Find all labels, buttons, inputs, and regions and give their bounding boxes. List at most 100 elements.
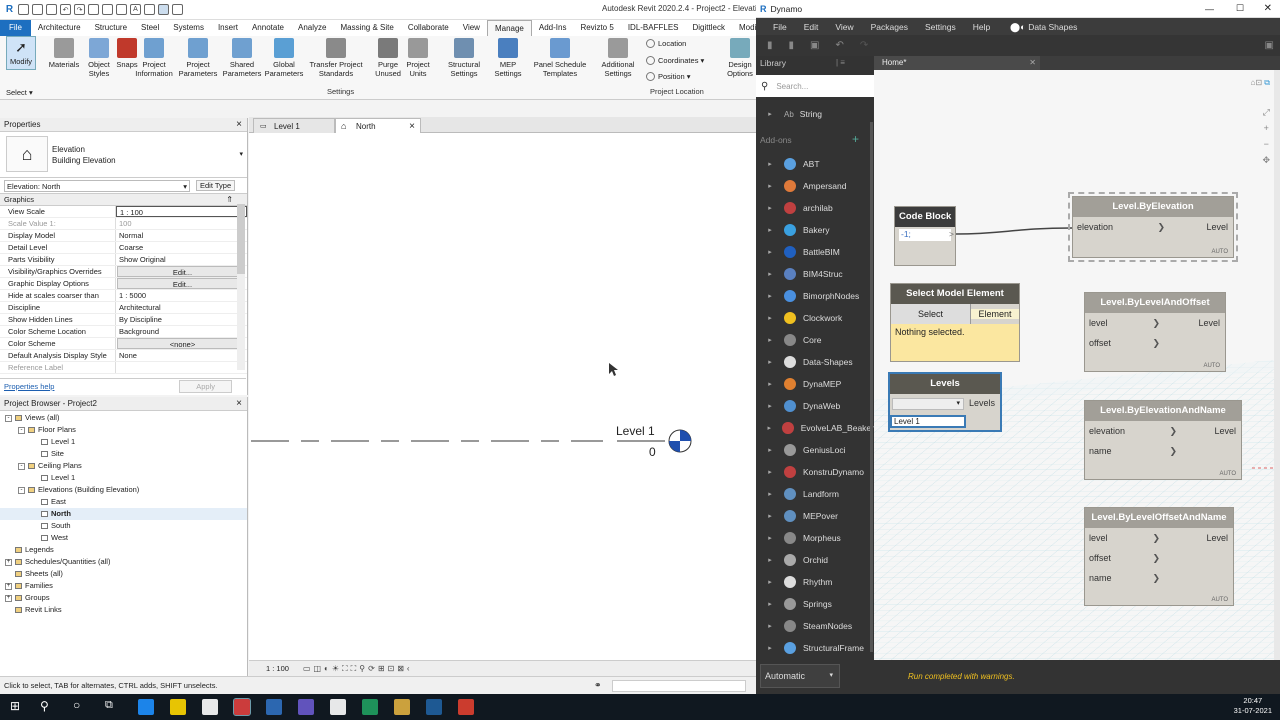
browser-item[interactable]: Revit Links — [0, 604, 247, 616]
property-value[interactable]: Normal — [116, 230, 247, 241]
tab-massing-site[interactable]: Massing & Site — [333, 20, 400, 36]
expand-toggle-icon[interactable]: - — [5, 414, 12, 422]
view-scale[interactable]: 1 : 100 — [266, 664, 289, 673]
node-select-model-element[interactable]: Select Model Element Select Element Noth… — [890, 283, 1020, 362]
tab-manage[interactable]: Manage — [486, 20, 532, 36]
add-icon[interactable]: + — [852, 132, 859, 146]
tab-north[interactable]: ⌂ North × — [335, 118, 421, 133]
close-icon[interactable]: × — [409, 119, 415, 134]
view-3d-icon[interactable] — [144, 4, 155, 15]
browser-item[interactable]: West — [0, 532, 247, 544]
output-port-level[interactable]: Level — [1206, 222, 1228, 232]
sync-icon[interactable] — [46, 4, 57, 15]
property-row[interactable]: View Scale 1 : 100 — [0, 206, 247, 218]
property-value[interactable]: 1 : 5000 — [116, 290, 247, 301]
canvas-scrollbar[interactable] — [1274, 70, 1280, 660]
library-addon-bim4struc[interactable]: ▸ BIM4Struc — [756, 263, 874, 285]
drawing-area[interactable]: Level 1 0 — [249, 133, 756, 660]
new-file-icon[interactable]: ▮ — [767, 40, 773, 51]
property-value[interactable]: By Discipline — [116, 314, 247, 325]
library-addon-rhythm[interactable]: ▸ Rhythm — [756, 571, 874, 593]
tab-idl-baffles[interactable]: IDL-BAFFLES — [621, 20, 686, 36]
print-icon[interactable] — [88, 4, 99, 15]
library-addon-abt[interactable]: ▸ ABT — [756, 153, 874, 175]
library-search[interactable]: ⚲ Search... — [756, 75, 874, 97]
taskbar-app-icon[interactable] — [266, 699, 282, 715]
browser-item[interactable]: - Ceiling Plans — [0, 460, 247, 472]
output-port-level[interactable]: Level — [1198, 318, 1220, 328]
property-value[interactable]: 100 — [116, 218, 247, 229]
tab-level-1[interactable]: ▭ Level 1 — [253, 118, 335, 133]
library-addon-morpheus[interactable]: ▸ Morpheus — [756, 527, 874, 549]
browser-item[interactable]: East — [0, 496, 247, 508]
library-addon-evolvelab-beaker[interactable]: ▸ EvolveLAB_Beaker — [756, 417, 874, 439]
apply-button[interactable]: Apply — [179, 380, 232, 393]
close-icon[interactable]: ✕ — [1029, 56, 1036, 70]
project-information-button[interactable]: Project Information — [134, 38, 174, 78]
browser-item[interactable]: - Views (all) — [0, 412, 247, 424]
library-addon-dynaweb[interactable]: ▸ DynaWeb — [756, 395, 874, 417]
open-file-icon[interactable]: ▮ — [789, 40, 795, 51]
browser-item[interactable]: + Schedules/Quantities (all) — [0, 556, 247, 568]
library-options-icon[interactable]: | ≡ — [836, 58, 845, 67]
output-port-level[interactable]: Level — [1214, 426, 1236, 436]
coordinates-button[interactable]: Coordinates ▾ — [646, 56, 704, 65]
browser-item[interactable]: - Floor Plans — [0, 424, 247, 436]
library-addon-structuralframe[interactable]: ▸ StructuralFrame — [756, 637, 874, 659]
save-icon[interactable]: ▣ — [810, 40, 819, 51]
library-addon-ampersand[interactable]: ▸ Ampersand — [756, 175, 874, 197]
menu-packages[interactable]: Packages — [871, 22, 908, 32]
input-port-elevation[interactable]: elevation ❯ — [1073, 217, 1168, 237]
cortana-icon[interactable]: ○ — [73, 698, 80, 712]
property-value[interactable] — [116, 362, 247, 373]
revit-logo-icon[interactable]: R — [4, 4, 15, 15]
menu-view[interactable]: View — [835, 22, 853, 32]
library-addon-mepover[interactable]: ▸ MEPover — [756, 505, 874, 527]
library-addon-orchid[interactable]: ▸ Orchid — [756, 549, 874, 571]
expand-toggle-icon[interactable]: - — [18, 462, 25, 470]
property-row[interactable]: Discipline Architectural — [0, 302, 247, 314]
input-port-elevation[interactable]: elevation ❯ — [1085, 421, 1180, 441]
input-port-level[interactable]: level ❯ — [1085, 313, 1163, 333]
property-value[interactable]: Show Original — [116, 254, 247, 265]
property-row[interactable]: Graphic Display Options Edit... — [0, 278, 247, 290]
tab-view[interactable]: View — [456, 20, 487, 36]
taskbar-app-icon[interactable] — [394, 699, 410, 715]
browser-item[interactable]: Level 1 — [0, 472, 247, 484]
browser-item[interactable]: Site — [0, 448, 247, 460]
property-row[interactable]: Color Scheme <none> — [0, 338, 247, 350]
node-level-by-level-and-offset[interactable]: Level.ByLevelAndOffset level ❯ offset ❯ Le… — [1084, 292, 1226, 372]
property-value[interactable]: Architectural — [116, 302, 247, 313]
shared-parameters-button[interactable]: Shared Parameters — [222, 38, 262, 78]
menu-data-shapes[interactable]: Data Shapes — [1028, 22, 1077, 32]
graph-canvas[interactable]: ⌂⊡ ⧉ ⤢ + − ✥ Code Block -1; > Level.ByElevat… — [874, 70, 1274, 660]
select-dropdown[interactable]: Select ▾ — [6, 88, 33, 97]
code-editor[interactable]: -1; > — [899, 229, 954, 241]
graphics-section-header[interactable]: Graphics ⇑ — [0, 194, 247, 206]
library-addon-battlebim[interactable]: ▸ BattleBIM — [756, 241, 874, 263]
output-port-level[interactable]: Level — [1206, 533, 1228, 543]
property-value[interactable]: Background — [116, 326, 247, 337]
materials-button[interactable]: Materials — [44, 38, 84, 69]
library-addon-konstrudynamo[interactable]: ▸ KonstruDynamo — [756, 461, 874, 483]
browser-item[interactable]: - Elevations (Building Elevation) — [0, 484, 247, 496]
position-button[interactable]: Position ▾ — [646, 72, 691, 81]
tab-file[interactable]: File — [0, 20, 31, 36]
search-icon[interactable]: ⚲ — [40, 699, 49, 713]
library-addon-steamnodes[interactable]: ▸ SteamNodes — [756, 615, 874, 637]
property-row[interactable]: Display Model Normal — [0, 230, 247, 242]
browser-item[interactable]: + Families — [0, 580, 247, 592]
browser-item[interactable]: Legends — [0, 544, 247, 556]
browser-item[interactable]: Sheets (all) — [0, 568, 247, 580]
expand-toggle-icon[interactable]: + — [5, 582, 12, 590]
property-row[interactable]: Visibility/Graphics Overrides Edit... — [0, 266, 247, 278]
library-addon-bakery[interactable]: ▸ Bakery — [756, 219, 874, 241]
browser-item[interactable]: North — [0, 508, 247, 520]
tab-insert[interactable]: Insert — [211, 20, 245, 36]
open-icon[interactable] — [18, 4, 29, 15]
windows-start-icon[interactable]: ⊞ — [10, 699, 20, 713]
redo-icon[interactable]: ↷ — [860, 40, 868, 51]
node-code-block[interactable]: Code Block -1; > — [894, 206, 956, 266]
close-icon[interactable]: × — [236, 397, 242, 411]
property-value[interactable]: Edit... — [117, 278, 245, 289]
